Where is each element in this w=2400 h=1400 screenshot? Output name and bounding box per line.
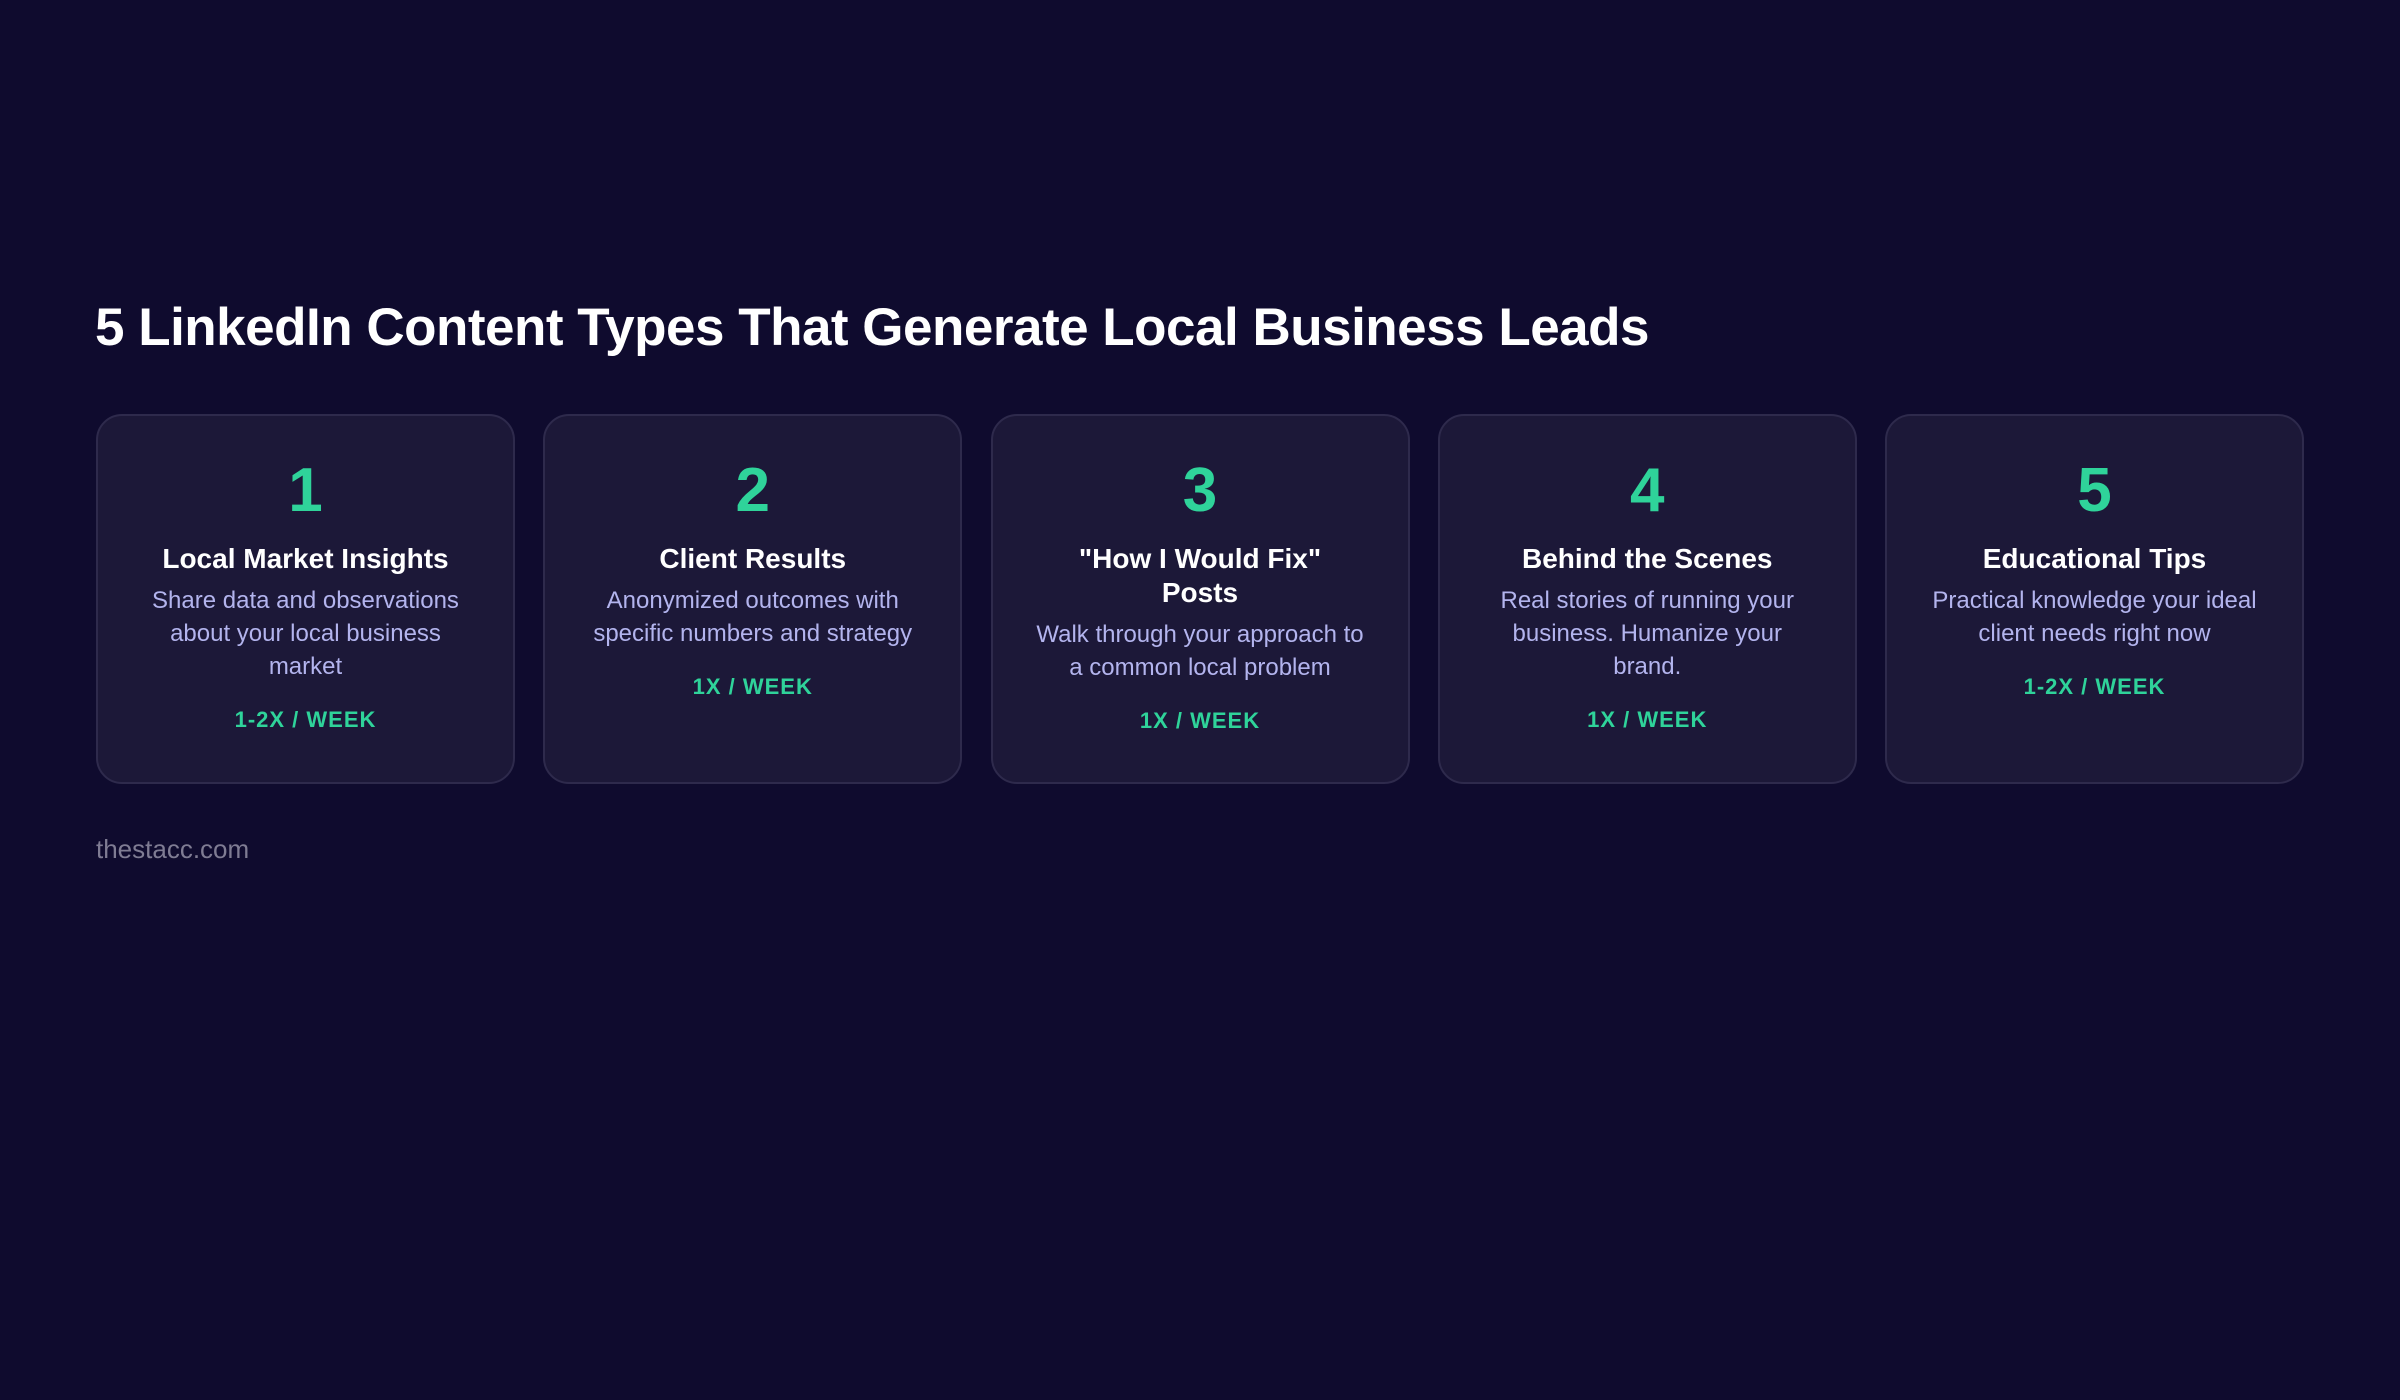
card-number: 2 — [735, 456, 770, 525]
card-title: Client Results — [659, 543, 847, 574]
card-description: Anonymized outcomes with specific number… — [593, 587, 913, 647]
card-description: Walk through your approach to a common l… — [1036, 621, 1364, 681]
footer-source: thestacc.com — [96, 834, 250, 864]
card-title: Behind the Scenes — [1521, 543, 1773, 574]
content-type-card-2: 2 Client Results Anonymized outcomes wit… — [543, 414, 963, 784]
card-number: 1 — [288, 456, 323, 525]
content-type-card-1: 1 Local Market Insights Share data and o… — [96, 414, 515, 784]
card-frequency: 1X / WEEK — [1139, 708, 1261, 733]
card-frequency: 1X / WEEK — [1587, 707, 1708, 732]
card-number: 3 — [1182, 456, 1218, 525]
page: 5 LinkedIn Content Types That Generate L… — [0, 0, 2400, 1400]
content-type-card-5: 5 Educational Tips Practical knowledge y… — [1885, 414, 2304, 784]
card-title: "How I Would Fix" Posts — [1078, 543, 1322, 608]
card-number: 5 — [2077, 456, 2112, 525]
content-type-card-3: 3 "How I Would Fix" Posts Walk through y… — [990, 414, 1410, 784]
card-frequency: 1-2X / WEEK — [2023, 674, 2166, 699]
content-type-cards: 1 Local Market Insights Share data and o… — [96, 414, 2304, 784]
card-frequency: 1-2X / WEEK — [234, 707, 377, 732]
content-type-card-4: 4 Behind the Scenes Real stories of runn… — [1437, 414, 1857, 784]
card-description: Share data and observations about your l… — [152, 587, 459, 680]
card-number: 4 — [1630, 456, 1665, 525]
card-description: Real stories of running your business. H… — [1500, 587, 1794, 680]
card-title: Local Market Insights — [162, 543, 449, 574]
card-title: Educational Tips — [1982, 543, 2207, 574]
card-frequency: 1X / WEEK — [692, 674, 813, 699]
page-title: 5 LinkedIn Content Types That Generate L… — [95, 298, 1650, 357]
card-description: Practical knowledge your ideal client ne… — [1932, 587, 2257, 647]
